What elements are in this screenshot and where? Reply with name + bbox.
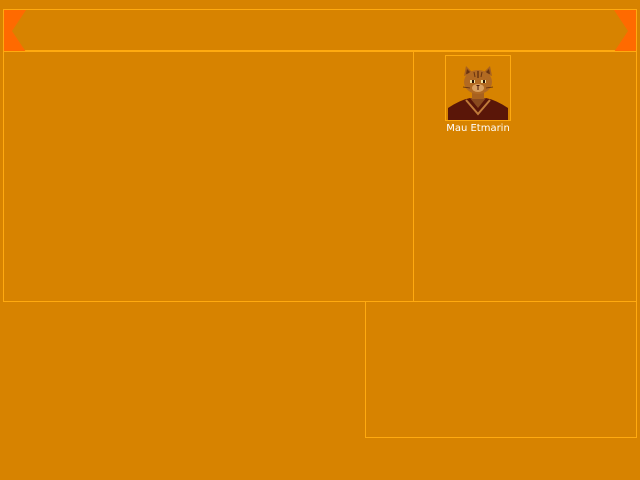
party-member[interactable]: Mau Etmarin: [440, 55, 516, 134]
info-panel: [365, 301, 637, 438]
cat-warrior-portrait-icon[interactable]: [445, 55, 511, 121]
game-screen: Mau Etmarin: [0, 0, 640, 480]
title-bar: [3, 9, 637, 52]
main-view-panel: [3, 51, 414, 302]
arrow-right-icon[interactable]: [612, 10, 636, 52]
party-member-name: Mau Etmarin: [446, 123, 510, 134]
arrow-left-icon[interactable]: [4, 10, 28, 52]
